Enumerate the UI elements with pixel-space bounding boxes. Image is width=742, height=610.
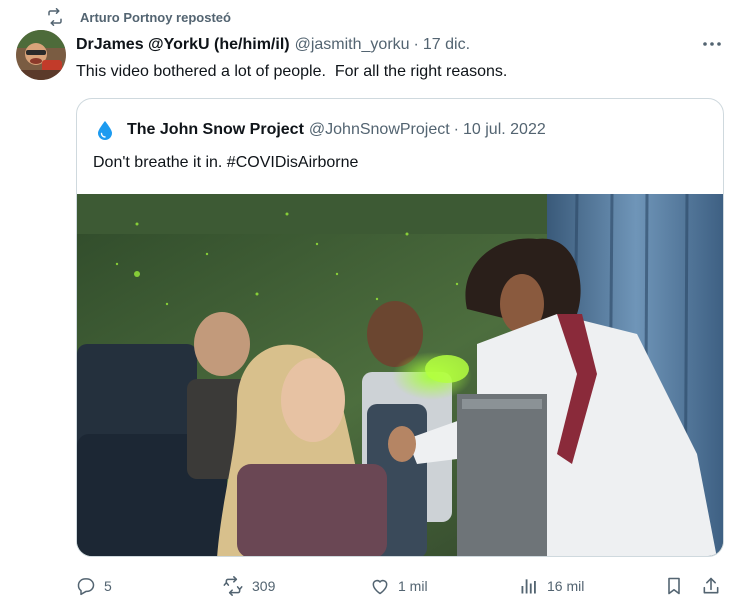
tweet-text: This video bothered a lot of people. For… (76, 63, 508, 80)
bookmark-button[interactable] (664, 573, 692, 599)
repost-context[interactable]: Arturo Portnoy reposteó (46, 7, 231, 27)
reply-button[interactable]: 5 (76, 573, 112, 599)
separator: · (413, 36, 419, 53)
bookmark-icon (668, 577, 680, 595)
reply-icon (77, 578, 95, 596)
tweet-header: DrJames @YorkU (he/him/il) @jasmith_york… (76, 33, 722, 57)
analytics-icon (521, 579, 536, 594)
hashtag-link[interactable]: #COVIDisAirborne (227, 154, 359, 171)
quote-text: Don't breathe it in. #COVIDisAirborne (93, 151, 358, 175)
author-handle[interactable]: @jasmith_yorku (295, 36, 410, 54)
views-count: 16 mil (547, 578, 585, 594)
repost-icon (223, 576, 243, 596)
like-button[interactable]: 1 mil (370, 573, 428, 599)
repost-icon (46, 8, 64, 26)
tweet-date[interactable]: 17 dic. (423, 36, 470, 54)
quoted-tweet[interactable]: The John Snow Project @JohnSnowProject ·… (76, 98, 724, 557)
avatar[interactable] (16, 30, 66, 80)
separator: · (453, 121, 459, 138)
more-icon[interactable] (700, 33, 724, 55)
quote-author-name[interactable]: The John Snow Project (127, 121, 304, 139)
share-button[interactable] (701, 573, 729, 599)
author-name[interactable]: DrJames @YorkU (he/him/il) (76, 36, 290, 54)
repost-label: Arturo Portnoy reposteó (80, 9, 231, 25)
like-count: 1 mil (398, 578, 428, 594)
heart-icon (372, 579, 388, 595)
quote-text-body: Don't breathe it in. (93, 154, 227, 171)
quote-header: The John Snow Project @JohnSnowProject ·… (95, 119, 546, 141)
action-bar: 5 309 1 mil 16 mil (76, 573, 726, 599)
reply-count: 5 (104, 578, 112, 594)
quote-author-handle[interactable]: @JohnSnowProject (309, 121, 450, 139)
video-thumbnail[interactable] (77, 194, 723, 556)
repost-count: 309 (252, 578, 276, 594)
water-drop-icon (95, 120, 115, 140)
share-icon (703, 577, 719, 594)
views-button[interactable]: 16 mil (519, 573, 584, 599)
repost-button[interactable]: 309 (222, 573, 275, 599)
quote-date[interactable]: 10 jul. 2022 (463, 121, 546, 139)
